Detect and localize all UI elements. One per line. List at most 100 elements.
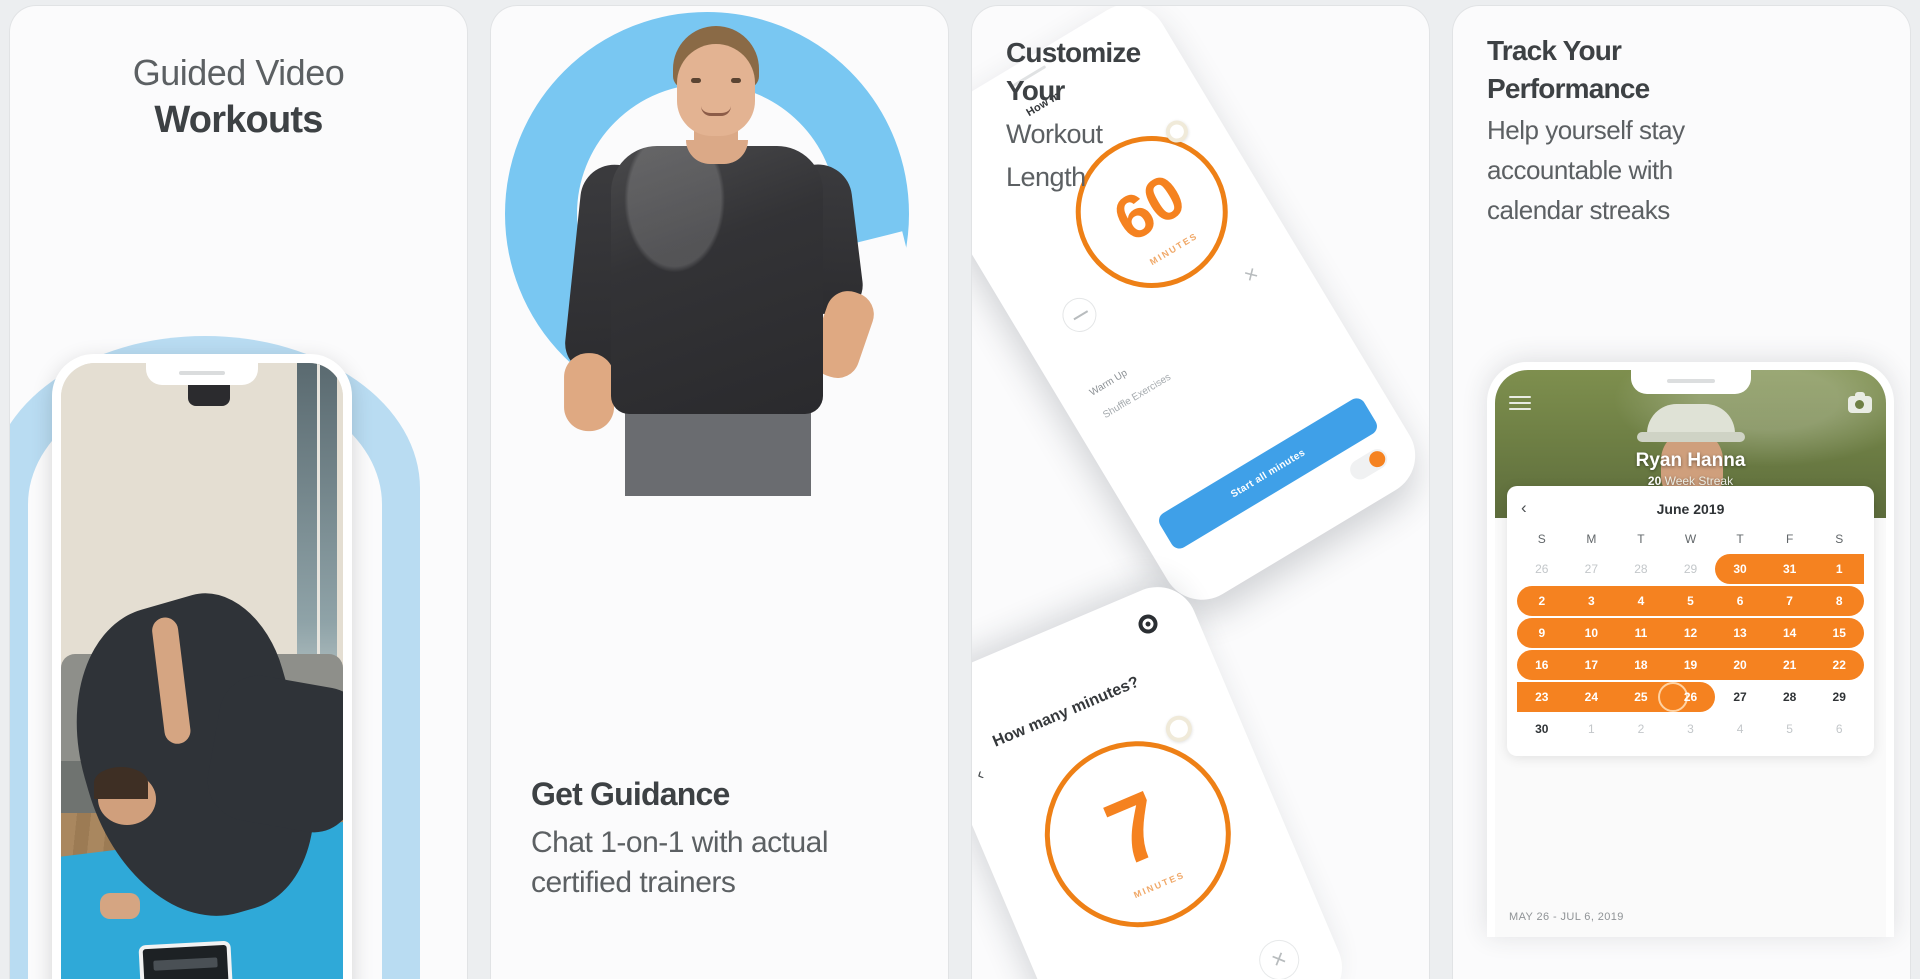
calendar-day[interactable]: 21 bbox=[1765, 650, 1815, 680]
option-toggle[interactable] bbox=[1346, 445, 1391, 484]
calendar-week-row: 9 10 11 12 13 14 15 bbox=[1517, 618, 1864, 648]
panel4-heading-light-3: calendar streaks bbox=[1487, 195, 1670, 225]
calendar-day[interactable]: 4 bbox=[1715, 714, 1765, 744]
athlete-arm bbox=[149, 616, 192, 746]
screenshot-panel-get-guidance[interactable]: Get Guidance Chat 1-on-1 with actual cer… bbox=[491, 6, 948, 979]
calendar-day[interactable]: 6 bbox=[1814, 714, 1864, 744]
calendar-day[interactable]: 13 bbox=[1715, 618, 1765, 648]
calendar-day[interactable]: 30 bbox=[1517, 714, 1567, 744]
hamburger-menu-icon[interactable] bbox=[1509, 396, 1531, 412]
dial-value-7: 7 bbox=[1092, 772, 1180, 887]
previous-month-button[interactable]: ‹ bbox=[1521, 498, 1527, 518]
screenshot-panel-customize-workout-length[interactable]: Customize Your Workout Length How m 60 M… bbox=[972, 6, 1429, 979]
calendar-month-label: June 2019 bbox=[1656, 501, 1725, 517]
calendar-dow-6: S bbox=[1835, 532, 1844, 546]
calendar-day[interactable]: 26 bbox=[1666, 682, 1716, 712]
calendar-dow-0: S bbox=[1537, 532, 1546, 546]
start-workout-button[interactable]: Start all minutes bbox=[1155, 395, 1381, 552]
camera-icon[interactable] bbox=[1848, 392, 1872, 413]
screenshot-panel-track-performance[interactable]: Track Your Performance Help yourself sta… bbox=[1453, 6, 1910, 979]
panel1-heading-light: Guided Video bbox=[132, 52, 345, 93]
calendar-day[interactable]: 26 bbox=[1517, 554, 1567, 584]
profile-name: Ryan Hanna bbox=[1635, 450, 1746, 471]
decrease-minutes-button[interactable] bbox=[1056, 291, 1103, 339]
calendar-day-of-week-row: SMTWTFS bbox=[1517, 532, 1864, 546]
calendar-day[interactable]: 18 bbox=[1616, 650, 1666, 680]
calendar-day[interactable]: 1 bbox=[1567, 714, 1617, 744]
calendar-day[interactable]: 30 bbox=[1715, 554, 1765, 584]
panel1-heading: Guided Video Workouts bbox=[10, 50, 467, 144]
calendar-day[interactable]: 31 bbox=[1765, 554, 1815, 584]
calendar-day[interactable]: 12 bbox=[1666, 618, 1716, 648]
calendar-day[interactable]: 24 bbox=[1567, 682, 1617, 712]
phone-notch bbox=[146, 363, 258, 385]
panel4-heading-bold-2: Performance bbox=[1487, 73, 1650, 104]
athlete-head bbox=[93, 767, 156, 826]
close-icon-bottom[interactable]: × bbox=[1252, 933, 1306, 979]
trainer-shirt bbox=[611, 146, 823, 414]
panel3-heading-bold-1: Customize bbox=[1006, 37, 1141, 68]
calendar-day[interactable]: 5 bbox=[1666, 586, 1716, 616]
calendar-day[interactable]: 27 bbox=[1715, 682, 1765, 712]
screenshot-panel-guided-video-workouts[interactable]: Guided Video Workouts bbox=[10, 6, 467, 979]
calendar-day[interactable]: 27 bbox=[1567, 554, 1617, 584]
panel4-heading-light-1: Help yourself stay bbox=[1487, 115, 1685, 145]
duration-dial-7[interactable]: 7 MINUTES bbox=[1015, 711, 1260, 957]
calendar-day[interactable]: 29 bbox=[1814, 682, 1864, 712]
panel3-heading-bold-2: Your bbox=[1006, 75, 1065, 106]
phone-screen-calendar: Ryan Hanna 20 Week Streak Stats ‹ June 2… bbox=[1495, 370, 1886, 937]
calendar-dow-3: W bbox=[1684, 532, 1697, 546]
athlete-hand bbox=[100, 893, 141, 920]
calendar-range-label: MAY 26 - JUL 6, 2019 bbox=[1509, 911, 1624, 923]
calendar-day[interactable]: 22 bbox=[1814, 650, 1864, 680]
calendar-day[interactable]: 6 bbox=[1715, 586, 1765, 616]
phone-mockup-video-workout bbox=[52, 354, 352, 979]
calendar-day[interactable]: 10 bbox=[1567, 618, 1617, 648]
calendar-day[interactable]: 5 bbox=[1765, 714, 1815, 744]
calendar-day[interactable]: 19 bbox=[1666, 650, 1716, 680]
calendar-day[interactable]: 2 bbox=[1616, 714, 1666, 744]
calendar-day[interactable]: 17 bbox=[1567, 650, 1617, 680]
calendar-day[interactable]: 2 bbox=[1517, 586, 1567, 616]
panel4-heading-light-2: accountable with bbox=[1487, 155, 1673, 185]
calendar-day[interactable]: 29 bbox=[1666, 554, 1716, 584]
calendar-day[interactable]: 16 bbox=[1517, 650, 1567, 680]
calendar-day[interactable]: 28 bbox=[1616, 554, 1666, 584]
trainer-photo bbox=[555, 14, 871, 496]
panel4-heading-bold-1: Track Your bbox=[1487, 35, 1622, 66]
calendar-day[interactable]: 14 bbox=[1765, 618, 1815, 648]
panel2-heading-light-1: Chat 1-on-1 with actual bbox=[531, 826, 829, 859]
calendar-day[interactable]: 3 bbox=[1567, 586, 1617, 616]
calendar-day[interactable]: 7 bbox=[1765, 586, 1815, 616]
calendar-day[interactable]: 1 bbox=[1814, 554, 1864, 584]
gear-icon[interactable] bbox=[1135, 611, 1161, 637]
panel1-heading-bold: Workouts bbox=[154, 99, 323, 141]
calendar-weeks: 26 27 28 29 30 31 1 2 3 4 5 6 7 8 9 10 11 12 13 14 15 16 17 18 1… bbox=[1517, 554, 1864, 744]
calendar-week-row: 23 24 25 26 27 28 29 bbox=[1517, 682, 1864, 712]
calendar-day[interactable]: 20 bbox=[1715, 650, 1765, 680]
calendar-day[interactable]: 9 bbox=[1517, 618, 1567, 648]
calendar-week-row: 16 17 18 19 20 21 22 bbox=[1517, 650, 1864, 680]
app-store-screenshot-gallery: Guided Video Workouts Get Guidance Chat … bbox=[0, 0, 1920, 979]
close-icon[interactable]: × bbox=[1231, 254, 1272, 295]
calendar-day[interactable]: 11 bbox=[1616, 618, 1666, 648]
calendar-day[interactable]: 28 bbox=[1765, 682, 1815, 712]
panel4-heading: Track Your Performance Help yourself sta… bbox=[1487, 32, 1737, 228]
calendar-day[interactable]: 3 bbox=[1666, 714, 1716, 744]
calendar-day[interactable]: 23 bbox=[1517, 682, 1567, 712]
calendar-day[interactable]: 25 bbox=[1616, 682, 1666, 712]
calendar-day[interactable]: 4 bbox=[1616, 586, 1666, 616]
workout-options-list: Warm Up Shuffle Exercises bbox=[1084, 306, 1239, 428]
back-chevron-icon[interactable]: ‹ bbox=[973, 764, 987, 786]
phone-mockup-duration-picker-bottom: ‹ How many minutes? 7 MINUTES × bbox=[972, 574, 1355, 979]
calendar-day[interactable]: 15 bbox=[1814, 618, 1864, 648]
panel2-heading-bold: Get Guidance bbox=[531, 776, 730, 812]
calendar-week-row: 2345678 bbox=[1517, 586, 1864, 616]
calendar-dow-1: M bbox=[1586, 532, 1597, 546]
calendar-card: ‹ June 2019 SMTWTFS 26 27 28 29 30 31 1 2 3 4 5 6 7 8… bbox=[1507, 486, 1874, 756]
profile-cap bbox=[1636, 404, 1745, 442]
panel2-heading-light-2: certified trainers bbox=[531, 866, 736, 899]
calendar-day[interactable]: 8 bbox=[1814, 586, 1864, 616]
phone-notch bbox=[1630, 370, 1751, 394]
dial-knob[interactable] bbox=[1161, 711, 1196, 746]
